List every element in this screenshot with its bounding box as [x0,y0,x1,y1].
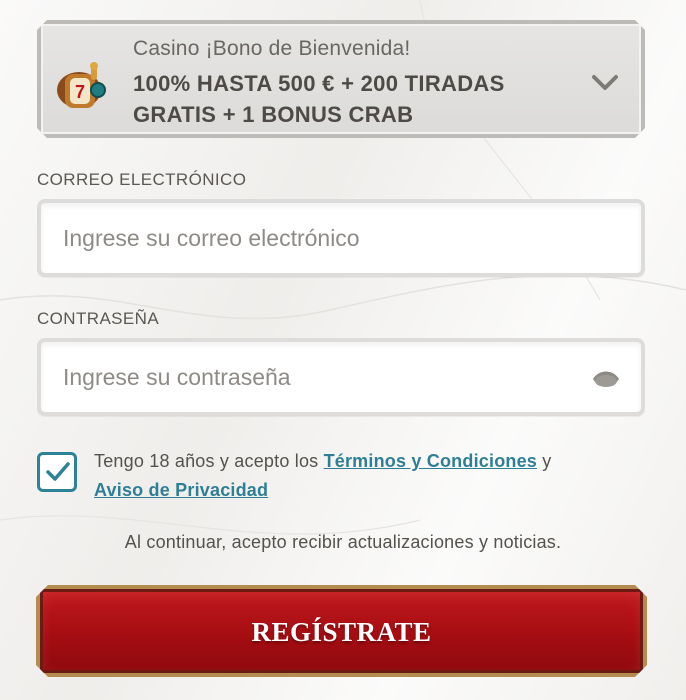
consent-text-middle: y [537,451,552,471]
privacy-link[interactable]: Aviso de Privacidad [94,480,268,500]
email-field[interactable] [63,203,583,273]
password-label: CONTRASEÑA [37,309,160,328]
svg-text:7: 7 [75,82,85,102]
consent-text: Tengo 18 años y acepto los Términos y Co… [94,447,614,505]
terms-link[interactable]: Términos y Condiciones [324,451,537,471]
bonus-headline: 100% HASTA 500 € + 200 TIRADAS GRATIS + … [133,71,505,127]
welcome-bonus-banner[interactable]: 7 Casino ¡Bono de Bienvenida! 100% HASTA… [37,20,645,138]
chevron-down-icon[interactable] [591,74,619,92]
slot-reel-icon: 7 [53,60,107,114]
password-field-wrapper [37,338,645,416]
bonus-title: Casino ¡Bono de Bienvenida! [133,37,411,60]
email-field-wrapper [37,199,645,277]
consent-text-before: Tengo 18 años y acepto los [94,451,324,471]
eye-icon[interactable] [591,368,621,390]
consent-checkbox[interactable] [37,452,77,492]
email-label: CORREO ELECTRÓNICO [37,170,247,189]
updates-notice: Al continuar, acepto recibir actualizaci… [124,532,562,552]
register-button[interactable]: REGÍSTRATE [36,585,647,677]
password-field[interactable] [63,342,583,412]
register-button-label: REGÍSTRATE [251,617,432,647]
checkmark-icon [46,462,70,481]
